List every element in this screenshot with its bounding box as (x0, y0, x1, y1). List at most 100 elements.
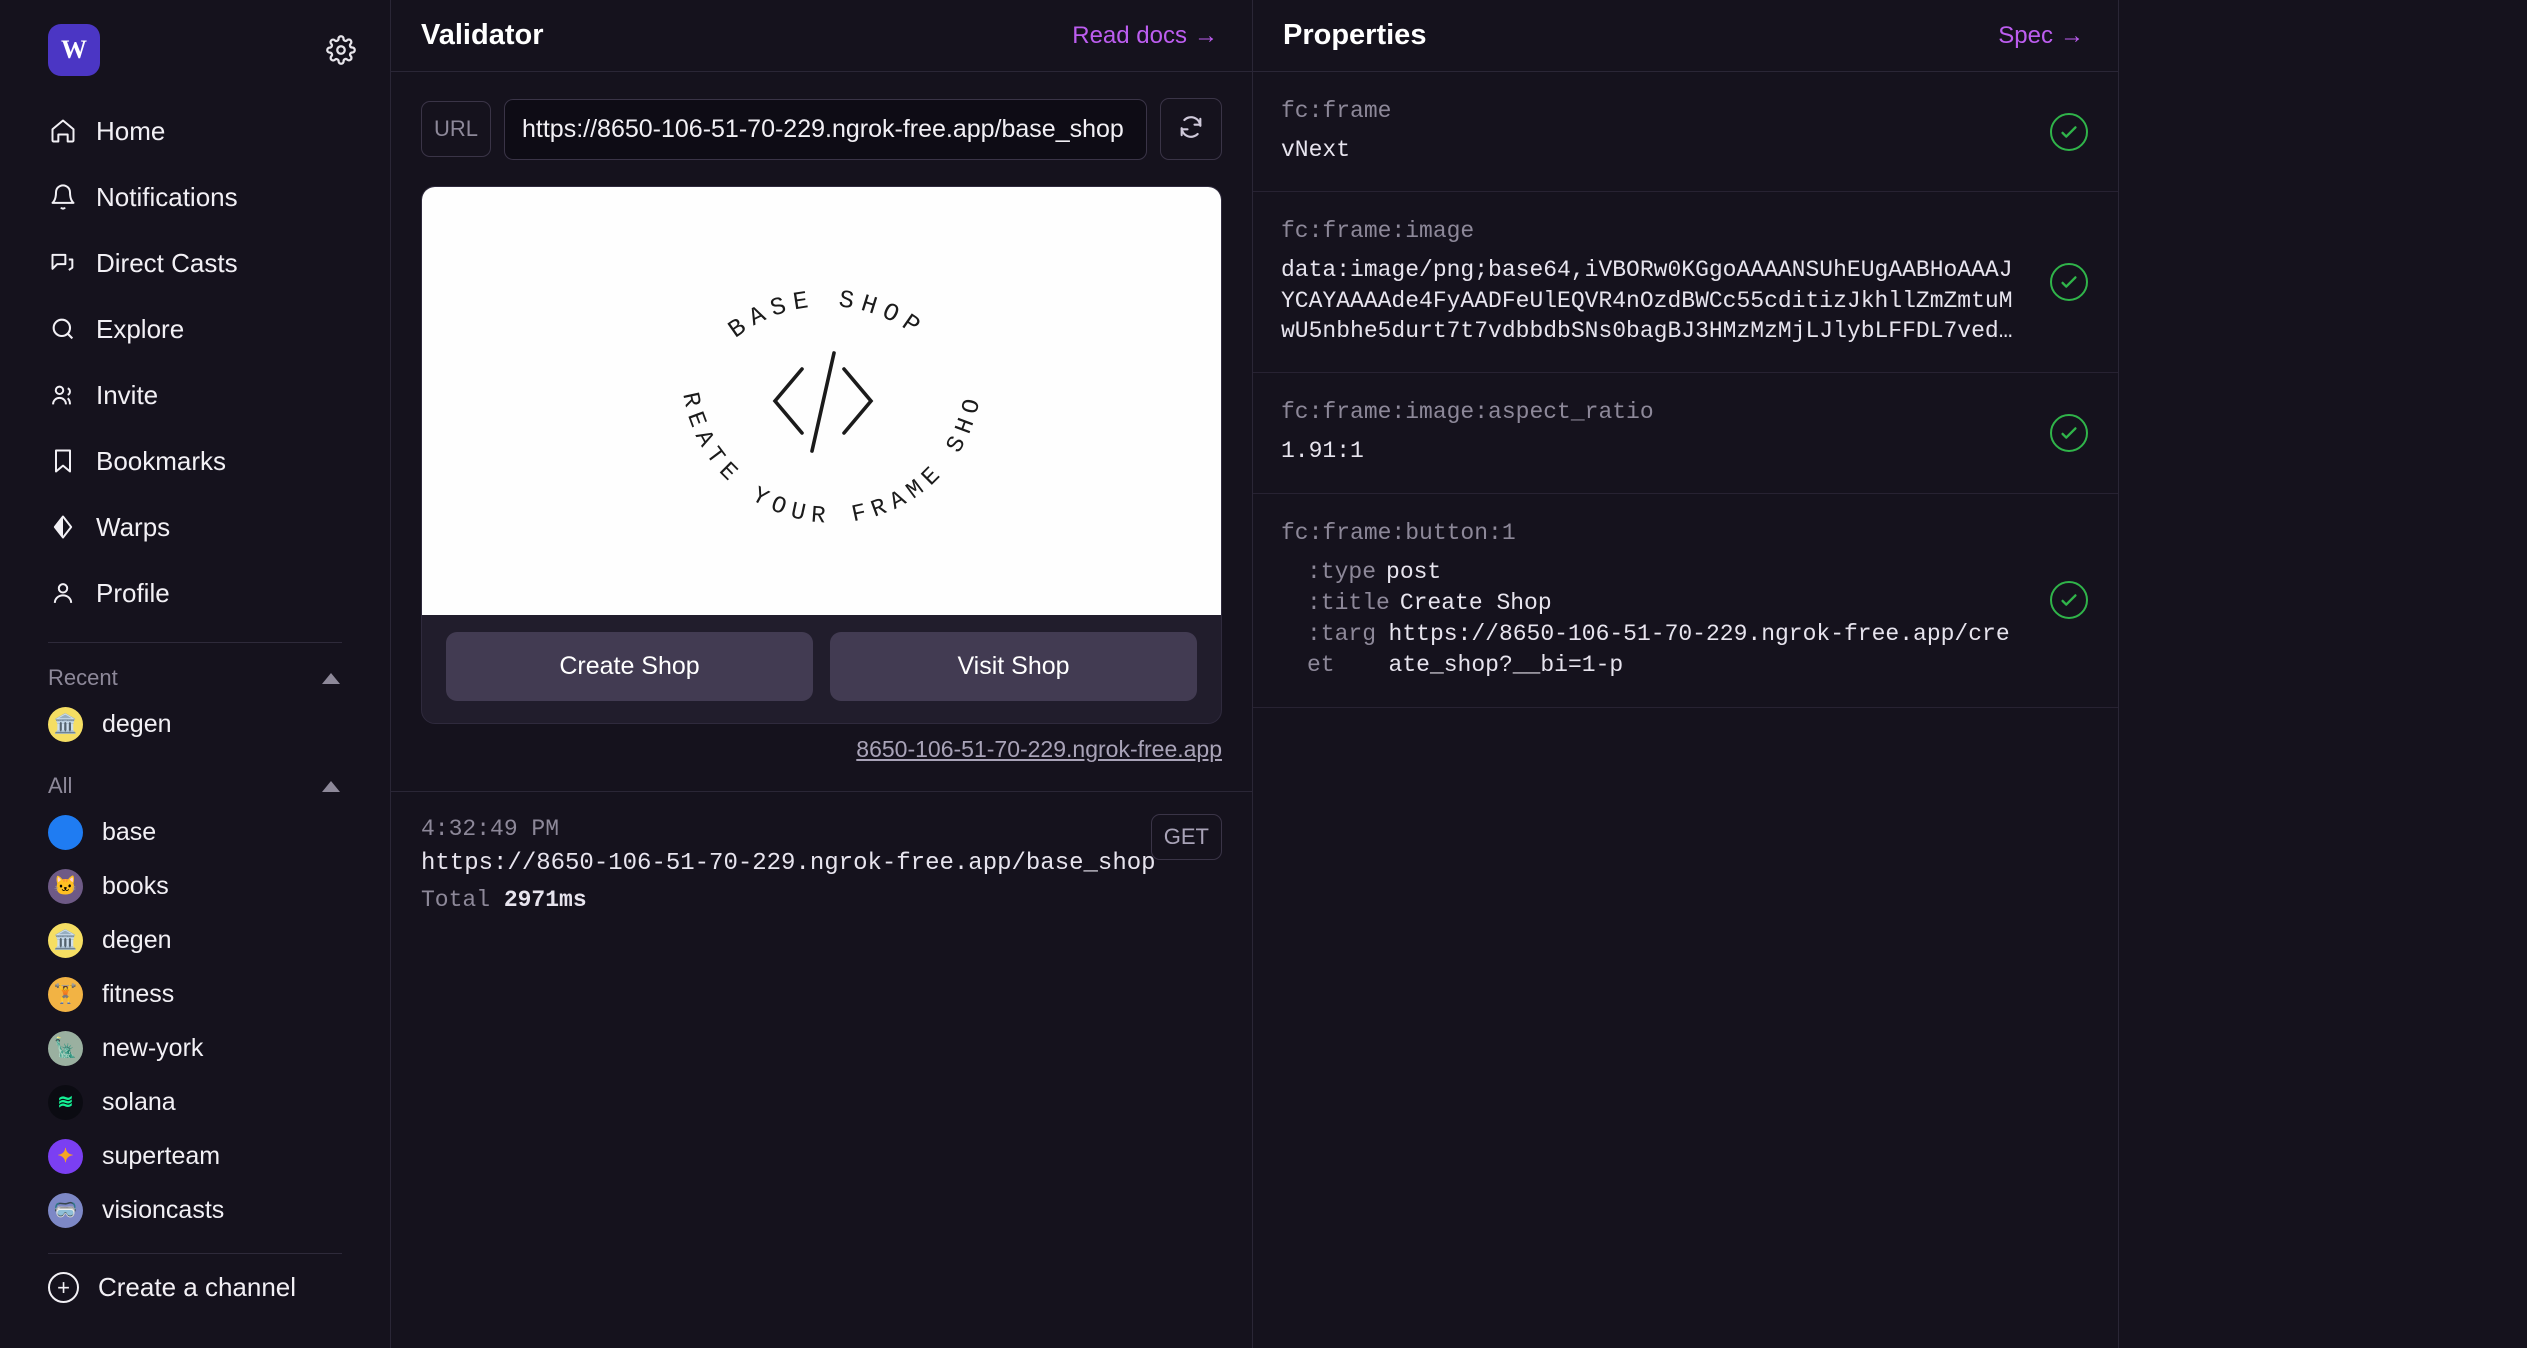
app-logo[interactable]: W (48, 24, 100, 76)
channel-item-new-york[interactable]: 🗽 new-york (0, 1021, 390, 1075)
recent-group-label: Recent (48, 665, 118, 690)
arrow-right-icon: → (1194, 21, 1218, 49)
all-group-header[interactable]: All (0, 751, 390, 805)
arrow-right-icon: → (2060, 21, 2084, 49)
badge-bottom-text: CREATE YOUR FRAME SHOP (601, 187, 981, 531)
properties-panel: Properties Spec → fc:frame vNext fc:fram… (1253, 0, 2119, 1348)
read-docs-label: Read docs (1072, 21, 1187, 49)
sidebar-header: W (0, 0, 390, 92)
avatar: 🏋️ (48, 976, 83, 1012)
url-bar: URL (391, 72, 1252, 170)
read-docs-link[interactable]: Read docs → (1072, 22, 1218, 50)
property-key: fc:frame:image (1281, 218, 1475, 245)
frame-preview-image: BASE SHOP CREATE YOUR FRAME SHOP (422, 187, 1221, 615)
channel-item-base[interactable]: base (0, 805, 390, 859)
chevron-up-icon[interactable] (322, 780, 340, 792)
sub-value: https://8650-106-51-70-229.ngrok-free.ap… (1388, 620, 2010, 678)
log-total-label: Total (421, 887, 491, 913)
properties-list: fc:frame vNext fc:frame:image data:image… (1253, 72, 2118, 710)
refresh-icon (1177, 113, 1205, 146)
log-timestamp: 4:32:49 PM (421, 816, 560, 842)
spec-link[interactable]: Spec → (1998, 22, 2084, 50)
channel-item-fitness[interactable]: 🏋️ fitness (0, 967, 390, 1021)
frame-button-visit-shop[interactable]: Visit Shop (830, 632, 1197, 701)
channel-item-books[interactable]: 🐱 books (0, 859, 390, 913)
sidebar: W Home Notifications Direct Casts Explor… (0, 0, 391, 1348)
sidebar-item-invite[interactable]: Invite (0, 362, 390, 428)
property-value: data:image/png;base64,iVBORw0KGgoAAAANSU… (1281, 257, 2013, 345)
channel-item-solana[interactable]: ≋ solana (0, 1075, 390, 1129)
property-row-button-1: fc:frame:button:1 :type post :title Crea… (1253, 494, 2118, 708)
property-value: 1.91:1 (1281, 438, 1364, 465)
sidebar-item-notifications[interactable]: Notifications (0, 164, 390, 230)
sidebar-item-label: Invite (96, 379, 159, 410)
page-title: Validator (421, 19, 544, 51)
channel-label: solana (102, 1087, 176, 1116)
property-key: fc:frame:image:aspect_ratio (1281, 399, 1654, 426)
sidebar-item-home[interactable]: Home (0, 98, 390, 164)
avatar: 🗽 (48, 1030, 83, 1066)
avatar: 🏛️ (48, 706, 83, 742)
create-channel-button[interactable]: + Create a channel (0, 1254, 390, 1321)
recent-group-header[interactable]: Recent (0, 643, 390, 697)
person-icon (48, 579, 77, 608)
channel-item-visioncasts[interactable]: 🥽 visioncasts (0, 1183, 390, 1237)
spec-label: Spec (1998, 21, 2053, 49)
sidebar-item-explore[interactable]: Explore (0, 296, 390, 362)
home-icon (48, 117, 77, 146)
validator-panel: Validator Read docs → URL https://8650-1… (391, 0, 1253, 1348)
frame-buttons: Create Shop Visit Shop (422, 615, 1221, 723)
properties-title: Properties (1283, 19, 1427, 51)
sidebar-item-label: Direct Casts (96, 247, 238, 278)
plus-circle-icon: + (48, 1272, 79, 1303)
status-badge-valid (2050, 112, 2088, 151)
property-value: vNext (1281, 137, 1351, 163)
sidebar-item-warps[interactable]: Warps (0, 494, 390, 560)
sidebar-filler (0, 1321, 390, 1348)
avatar: 🏛️ (48, 922, 83, 958)
status-badge-valid (2050, 263, 2088, 302)
frame-host-link[interactable]: 8650-106-51-70-229.ngrok-free.app (391, 724, 1252, 763)
property-row-fc-frame-image: fc:frame:image data:image/png;base64,iVB… (1253, 192, 2118, 374)
chevron-up-icon[interactable] (322, 672, 340, 684)
property-key: fc:frame (1281, 98, 1392, 124)
bookmark-icon (48, 447, 77, 476)
frame-button-create-shop[interactable]: Create Shop (446, 632, 813, 701)
request-log-entry[interactable]: 4:32:49 PM https://8650-106-51-70-229.ng… (391, 792, 1252, 913)
log-total: Total 2971ms (421, 887, 1222, 913)
property-row-button-2: fc:frame:button:2 :type post :title Visi… (1253, 708, 2118, 710)
channel-item-superteam[interactable]: ✦ superteam (0, 1129, 390, 1183)
gear-icon[interactable] (326, 35, 356, 65)
sub-key: :title (1307, 589, 1390, 616)
sidebar-item-direct-casts[interactable]: Direct Casts (0, 230, 390, 296)
diamond-icon (48, 513, 77, 542)
sidebar-item-bookmarks[interactable]: Bookmarks (0, 428, 390, 494)
url-input[interactable] (504, 98, 1147, 160)
channel-item-degen-recent[interactable]: 🏛️ degen (0, 697, 390, 751)
sub-value: post (1386, 558, 1442, 585)
sidebar-item-label: Notifications (96, 181, 238, 212)
sub-key: :target (1307, 620, 1377, 678)
channel-label: visioncasts (102, 1195, 225, 1224)
sidebar-item-label: Warps (96, 511, 171, 542)
all-group-label: All (48, 773, 73, 798)
property-sub-target: :target https://8650-106-51-70-229.ngrok… (1307, 619, 2022, 681)
property-key: fc:frame:button:1 (1281, 519, 1516, 546)
log-method-badge: GET (1150, 814, 1222, 860)
avatar: 🥽 (48, 1192, 83, 1228)
property-value: :type post :title Create Shop :target ht… (1281, 557, 2022, 681)
sub-key: :type (1307, 558, 1377, 585)
sidebar-item-label: Profile (96, 577, 170, 608)
svg-text:CREATE YOUR FRAME SHOP: CREATE YOUR FRAME SHOP (612, 201, 989, 531)
channel-label: fitness (102, 979, 175, 1008)
refresh-button[interactable] (1160, 98, 1222, 160)
channel-item-degen[interactable]: 🏛️ degen (0, 913, 390, 967)
sub-value: Create Shop (1399, 589, 1552, 616)
channel-label: new-york (102, 1033, 204, 1062)
sidebar-item-profile[interactable]: Profile (0, 560, 390, 626)
sidebar-item-label: Home (96, 115, 166, 146)
property-row-aspect-ratio: fc:frame:image:aspect_ratio 1.91:1 (1253, 373, 2118, 494)
sidebar-nav: Home Notifications Direct Casts Explore … (0, 92, 390, 626)
property-row-fc-frame: fc:frame vNext (1253, 72, 2118, 193)
properties-filler (1253, 710, 2118, 1348)
